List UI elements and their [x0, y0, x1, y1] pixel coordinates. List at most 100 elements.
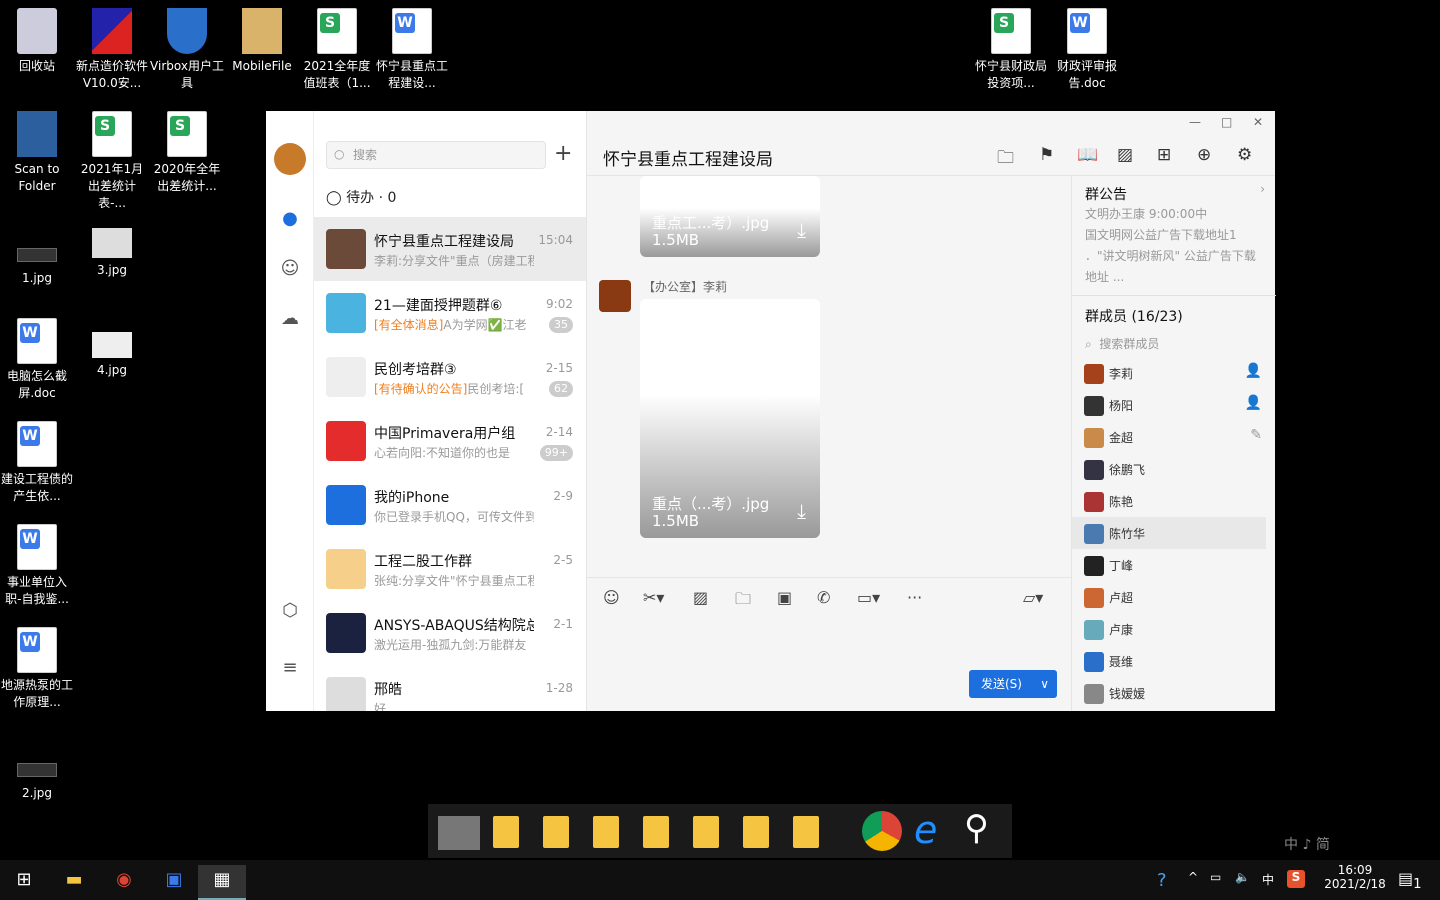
chevron-right-icon[interactable]: ›	[1260, 182, 1265, 196]
notification-icon[interactable]: ▤1	[1398, 869, 1422, 892]
settings-icon[interactable]: ⚙	[1237, 145, 1252, 165]
flag-icon[interactable]: ⚑	[1039, 145, 1054, 165]
notice-content[interactable]: 文明办王康 9:00:00中 国文明网公益广告下载地址1 ．"讲文明树新风" 公…	[1085, 204, 1265, 288]
ime-indicator[interactable]: 中	[1262, 871, 1274, 888]
send-button[interactable]: 发送(S)∨	[969, 670, 1057, 698]
desktop-icon[interactable]: W地源热泵的工作原理...	[0, 627, 74, 711]
chrome-icon[interactable]: ◉	[100, 865, 148, 900]
desktop-icon[interactable]: 2.jpg	[0, 737, 74, 802]
desktop-icon[interactable]: 新点造价软件V10.0安...	[75, 8, 149, 92]
video-icon[interactable]: ▭▾	[857, 588, 880, 607]
desktop-icon[interactable]: W事业单位入职-自我鉴...	[0, 524, 74, 608]
add-button[interactable]: +	[554, 141, 572, 166]
search-icon[interactable]: ⚲	[964, 808, 989, 848]
conversation-item[interactable]: 邢皓 好 1-28	[314, 665, 587, 711]
ie-icon[interactable]: e	[914, 808, 937, 852]
edit-icon[interactable]: ✎	[1250, 427, 1262, 443]
folder-icon[interactable]	[743, 816, 769, 848]
folder-icon[interactable]: 🗀	[997, 145, 1014, 174]
add-panel-icon[interactable]: ⊕	[1197, 145, 1211, 165]
start-button[interactable]: ⊞	[0, 865, 48, 900]
folder-icon[interactable]	[693, 816, 719, 848]
desktop-icon[interactable]: W电脑怎么截屏.doc	[0, 318, 74, 402]
history-icon[interactable]: ▱▾	[1023, 588, 1043, 607]
desktop-icon[interactable]: MobileFile	[225, 8, 299, 75]
image-icon[interactable]: ▨	[1117, 145, 1133, 165]
message-editor[interactable]: ☺ ✂▾ ▨ 🗀 ▣ ✆ ▭▾ ··· ▱▾ 发送(S)∨	[587, 577, 1071, 711]
conversation-item[interactable]: 我的iPhone 你已登录手机QQ，可传文件到 2-9	[314, 473, 587, 537]
more-icon[interactable]: ···	[907, 588, 922, 607]
emoji-icon[interactable]: ☺	[603, 588, 620, 607]
cube-icon[interactable]: ⬡	[279, 600, 301, 622]
screenshot-icon[interactable]: ✂▾	[643, 588, 664, 607]
minimize-button[interactable]: —	[1189, 115, 1201, 129]
folder-icon[interactable]	[593, 816, 619, 848]
network-icon[interactable]: ▭	[1210, 870, 1221, 884]
folder-icon[interactable]: 🗀	[735, 588, 751, 615]
todo-item[interactable]: ◯ 待办 · 0	[326, 187, 396, 207]
folder-icon[interactable]	[493, 816, 519, 848]
desktop-icon-recycle-bin[interactable]: 回收站	[0, 8, 74, 75]
desktop-icon[interactable]: 1.jpg	[0, 222, 74, 287]
cloud-icon[interactable]: ☁	[279, 308, 301, 330]
desktop-icon[interactable]: S怀宁县财政局投资项...	[974, 8, 1048, 92]
member-search[interactable]: ⌕ 搜索群成员	[1085, 335, 1159, 352]
phone-icon[interactable]: ✆	[817, 588, 830, 607]
member-item[interactable]: 李莉👤	[1072, 357, 1266, 389]
chrome-icon[interactable]	[862, 811, 902, 851]
conversation-item[interactable]: 中国Primavera用户组 心若向阳:不知道你的也是 2-14 99+	[314, 409, 587, 473]
folder-icon[interactable]	[793, 816, 819, 848]
desktop-icon[interactable]: S2021全年度值班表（1...	[300, 8, 374, 92]
ime-toolbar[interactable]: 中 ♪ 简	[1284, 834, 1330, 854]
member-item[interactable]: 陈艳	[1072, 485, 1266, 517]
folder-icon[interactable]	[543, 816, 569, 848]
image-icon[interactable]: ▨	[693, 588, 708, 607]
member-item[interactable]: 卢康	[1072, 613, 1266, 645]
member-item[interactable]: 卢超	[1072, 581, 1266, 613]
member-item[interactable]: 聂维	[1072, 645, 1266, 677]
conversation-item[interactable]: 工程二股工作群 张纯:分享文件"怀宁县重点工程建 2-5	[314, 537, 587, 601]
book-icon[interactable]: 📖	[1077, 145, 1098, 165]
desktop-icon[interactable]: S2020年全年出差统计...	[150, 111, 224, 195]
message-icon[interactable]: ●	[279, 208, 301, 230]
menu-icon[interactable]: ≡	[279, 657, 301, 679]
apps-icon[interactable]: ⊞	[1157, 145, 1171, 165]
member-item[interactable]: 丁峰	[1072, 549, 1266, 581]
chevron-down-icon[interactable]: ∨	[1040, 670, 1049, 698]
desktop-icon[interactable]: W财政评审报告.doc	[1050, 8, 1124, 92]
desktop-icon[interactable]: W怀宁县重点工程建设...	[375, 8, 449, 92]
desktop-icon[interactable]: 4.jpg	[75, 318, 149, 379]
desktop-icon[interactable]: W建设工程债的产生依...	[0, 421, 74, 505]
qq-taskbar-button[interactable]: ▦	[198, 865, 246, 900]
search-input[interactable]: 搜索	[326, 141, 546, 169]
member-item[interactable]: 杨阳👤	[1072, 389, 1266, 421]
explorer-icon[interactable]: ▬	[50, 865, 98, 900]
help-icon[interactable]: ?	[1157, 870, 1167, 891]
download-icon[interactable]: ⤓	[797, 218, 806, 242]
contacts-icon[interactable]: ☺	[279, 258, 301, 280]
gift-icon[interactable]: ▣	[777, 588, 792, 607]
member-item[interactable]: 陈竹华	[1072, 517, 1266, 549]
conversation-item[interactable]: 21—建面授押题群⑥ [有全体消息]A为学网✅江老 9:02 35	[314, 281, 587, 345]
conversation-item[interactable]: ANSYS-ABAQUS结构院总 激光运用-独孤九剑:万能群友 2-1	[314, 601, 587, 665]
folder-icon[interactable]	[643, 816, 669, 848]
volume-icon[interactable]: 🔈	[1235, 870, 1250, 884]
close-button[interactable]: ✕	[1253, 115, 1263, 129]
sogou-icon[interactable]: S	[1287, 870, 1305, 888]
user-avatar[interactable]	[274, 143, 306, 175]
conversation-item[interactable]: 怀宁县重点工程建设局 李莉:分享文件"重点（房建工程） 15:04	[314, 217, 587, 281]
download-icon[interactable]: ⤓	[797, 499, 806, 523]
conversation-item[interactable]: 民创考培群③ [有待确认的公告]民创考培:[ 2-15 62	[314, 345, 587, 409]
member-item[interactable]: 徐鹏飞	[1072, 453, 1266, 485]
desktop-icon[interactable]: 3.jpg	[75, 222, 149, 279]
clock[interactable]: 16:092021/2/18	[1320, 863, 1390, 891]
desktop-icon[interactable]: Virbox用户工具	[150, 8, 224, 92]
notice-title[interactable]: 群公告	[1085, 184, 1127, 204]
desktop-icon[interactable]: S2021年1月出差统计表-...	[75, 111, 149, 212]
image-message[interactable]: 重点工...考）.jpg 1.5MB ⤓	[640, 176, 820, 257]
member-item[interactable]: 钱嫒嫒	[1072, 677, 1266, 709]
maximize-button[interactable]: □	[1221, 115, 1232, 129]
chevron-up-icon[interactable]: ^	[1188, 870, 1198, 884]
app-folder-icon[interactable]	[438, 816, 480, 850]
member-item[interactable]: 金超✎	[1072, 421, 1266, 453]
